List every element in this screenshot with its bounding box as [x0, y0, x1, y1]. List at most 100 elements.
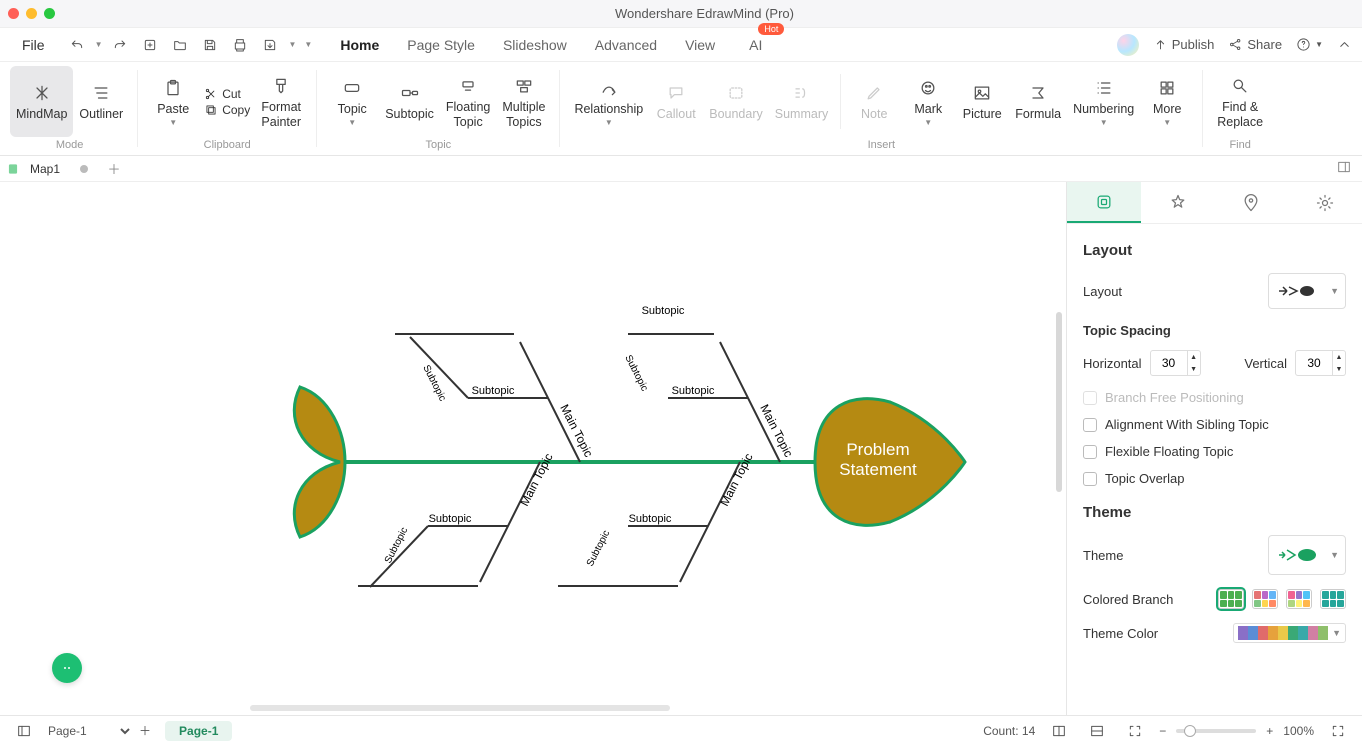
publish-button[interactable]: Publish [1153, 37, 1215, 52]
help-button[interactable]: ▼ [1296, 37, 1323, 52]
new-button[interactable] [138, 33, 162, 57]
format-painter-button[interactable]: Format Painter [254, 66, 308, 137]
view-mode-1-button[interactable] [1045, 721, 1073, 741]
view-mode-2-button[interactable] [1083, 721, 1111, 741]
page-selector[interactable]: Page-1 [38, 721, 133, 741]
relationship-button[interactable]: Relationship ▼ [568, 66, 649, 137]
main-topic-label[interactable]: Main Topic [557, 402, 595, 459]
window-close-button[interactable] [8, 8, 19, 19]
main-topic-label[interactable]: Main Topic [517, 451, 555, 508]
colored-branch-option-2[interactable] [1252, 589, 1278, 609]
paste-button[interactable]: Paste ▼ [146, 66, 200, 137]
subtopic-label[interactable]: Subtopic [622, 353, 649, 393]
colored-branch-option-3[interactable] [1286, 589, 1312, 609]
spin-down-icon[interactable]: ▼ [1188, 363, 1200, 375]
print-button[interactable] [228, 33, 252, 57]
floating-topic-button[interactable]: Floating Topic [440, 66, 496, 137]
formula-button[interactable]: Formula [1009, 66, 1067, 137]
export-button[interactable] [258, 33, 282, 57]
numbering-button[interactable]: Numbering ▼ [1067, 66, 1140, 137]
window-minimize-button[interactable] [26, 8, 37, 19]
tab-home[interactable]: Home [336, 31, 383, 59]
more-button[interactable]: More ▼ [1140, 66, 1194, 137]
vertical-spacing-input[interactable]: ▲▼ [1295, 350, 1346, 376]
open-button[interactable] [168, 33, 192, 57]
callout-button[interactable]: Callout [649, 66, 703, 137]
fit-page-button[interactable] [1121, 721, 1149, 741]
side-tab-layout[interactable] [1067, 182, 1141, 223]
align-sibling-checkbox[interactable] [1083, 418, 1097, 432]
colored-branch-option-1[interactable] [1218, 589, 1244, 609]
note-button[interactable]: Note [847, 66, 901, 137]
cut-button[interactable]: Cut [204, 87, 250, 101]
multiple-topics-button[interactable]: Multiple Topics [496, 66, 551, 137]
tab-view[interactable]: View [681, 31, 719, 59]
share-button[interactable]: Share [1228, 37, 1282, 52]
spin-up-icon[interactable]: ▲ [1333, 351, 1345, 363]
mark-button[interactable]: Mark ▼ [901, 66, 955, 137]
subtopic-button[interactable]: Subtopic [379, 66, 440, 137]
chevron-down-icon[interactable]: ▼ [304, 40, 312, 49]
add-tab-button[interactable]: ＋ [104, 159, 124, 179]
redo-button[interactable] [108, 33, 132, 57]
subtopic-label[interactable]: Subtopic [429, 513, 472, 525]
user-avatar[interactable] [1117, 34, 1139, 56]
fullscreen-button[interactable] [1324, 721, 1352, 741]
panel-toggle-button[interactable] [1336, 159, 1352, 178]
colored-branch-option-4[interactable] [1320, 589, 1346, 609]
find-replace-button[interactable]: Find & Replace [1211, 66, 1269, 137]
side-tab-location[interactable] [1215, 182, 1289, 223]
layout-selector[interactable]: ▼ [1268, 273, 1346, 309]
file-menu[interactable]: File [10, 33, 57, 57]
zoom-thumb[interactable] [1184, 725, 1196, 737]
canvas[interactable]: Problem Statement Main Topic Main Topic … [0, 182, 1066, 715]
outliner-mode-button[interactable]: Outliner [73, 66, 129, 137]
fish-tail[interactable] [294, 387, 345, 537]
tab-slideshow[interactable]: Slideshow [499, 31, 571, 59]
tab-page-style[interactable]: Page Style [403, 31, 479, 59]
subtopic-label[interactable]: Subtopic [642, 305, 685, 317]
subtopic-label[interactable]: Subtopic [585, 529, 612, 569]
summary-button[interactable]: Summary [769, 66, 834, 137]
flexible-floating-checkbox[interactable] [1083, 445, 1097, 459]
horizontal-spacing-input[interactable]: ▲▼ [1150, 350, 1201, 376]
chevron-down-icon[interactable]: ▼ [95, 40, 103, 49]
topic-overlap-checkbox-row[interactable]: Topic Overlap [1083, 471, 1346, 486]
vertical-spacing-field[interactable] [1295, 350, 1333, 376]
main-topic-label[interactable]: Main Topic [757, 402, 795, 459]
horizontal-scrollbar[interactable] [250, 705, 670, 711]
tab-ai[interactable]: AI [745, 31, 766, 59]
align-sibling-checkbox-row[interactable]: Alignment With Sibling Topic [1083, 417, 1346, 432]
chevron-down-icon[interactable]: ▼ [288, 40, 296, 49]
mindmap-mode-button[interactable]: MindMap [10, 66, 73, 137]
window-maximize-button[interactable] [44, 8, 55, 19]
document-tab-map1[interactable]: Map1 [20, 159, 98, 179]
copy-button[interactable]: Copy [204, 103, 250, 117]
picture-button[interactable]: Picture [955, 66, 1009, 137]
subtopic-label[interactable]: Subtopic [420, 363, 447, 403]
theme-selector[interactable]: ▼ [1268, 535, 1346, 575]
page-list-button[interactable] [10, 721, 38, 741]
fishbone-diagram[interactable]: Problem Statement Main Topic Main Topic … [0, 182, 1066, 715]
topic-overlap-checkbox[interactable] [1083, 472, 1097, 486]
add-page-button[interactable]: ＋ [133, 720, 157, 741]
spin-down-icon[interactable]: ▼ [1333, 363, 1345, 375]
subtopic-label[interactable]: Subtopic [672, 385, 715, 397]
flexible-floating-checkbox-row[interactable]: Flexible Floating Topic [1083, 444, 1346, 459]
topic-button[interactable]: Topic ▼ [325, 66, 379, 137]
current-page-chip[interactable]: Page-1 [165, 721, 232, 741]
side-tab-settings[interactable] [1288, 182, 1362, 223]
subtopic-label[interactable]: Subtopic [472, 385, 515, 397]
undo-button[interactable] [65, 33, 89, 57]
horizontal-spacing-field[interactable] [1150, 350, 1188, 376]
side-tab-style[interactable] [1141, 182, 1215, 223]
vertical-scrollbar[interactable] [1056, 312, 1062, 492]
zoom-out-button[interactable]: − [1159, 724, 1166, 738]
theme-color-selector[interactable]: ▼ [1233, 623, 1346, 643]
save-button[interactable] [198, 33, 222, 57]
zoom-slider[interactable] [1176, 729, 1256, 733]
collapse-ribbon-button[interactable] [1337, 37, 1352, 52]
main-topic-label[interactable]: Main Topic [717, 451, 755, 508]
tab-advanced[interactable]: Advanced [591, 31, 661, 59]
subtopic-label[interactable]: Subtopic [629, 513, 672, 525]
